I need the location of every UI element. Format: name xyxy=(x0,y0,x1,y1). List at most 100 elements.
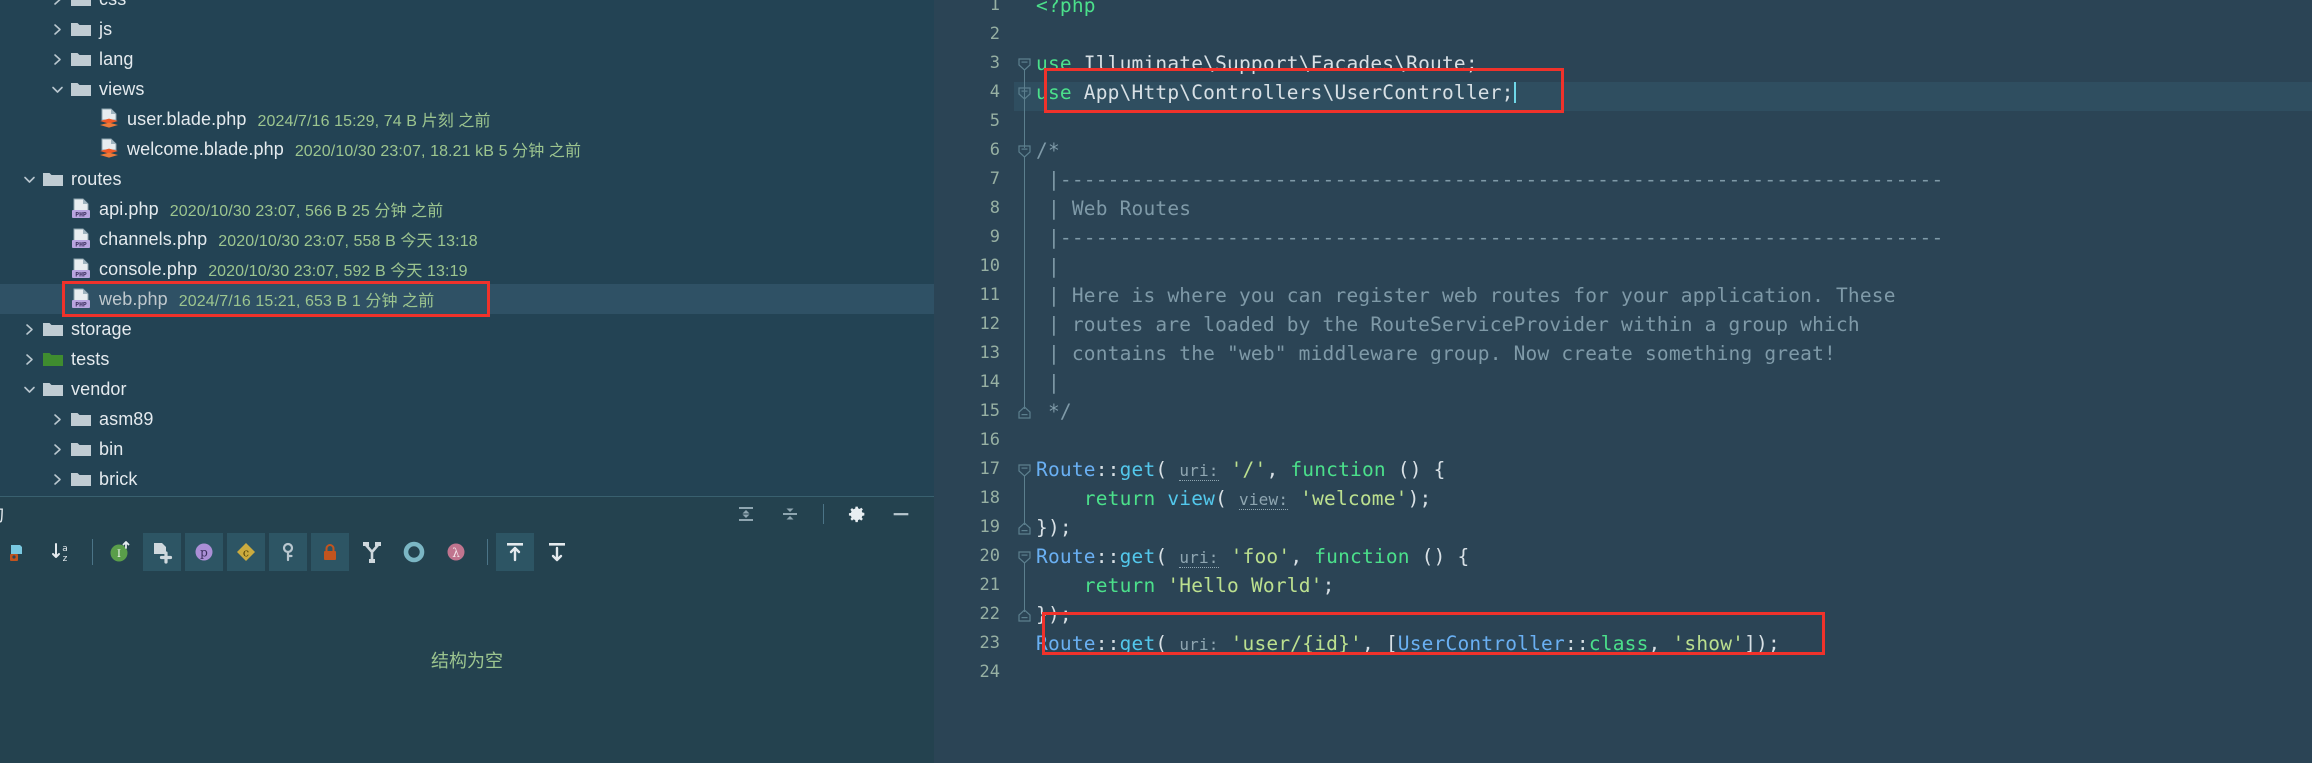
code-line-17[interactable]: Route::get( uri: '/', function () { xyxy=(1036,455,1446,484)
collapse-all-icon[interactable] xyxy=(779,503,801,525)
chevron-right-icon[interactable] xyxy=(46,473,68,486)
line-number: 14 xyxy=(979,372,1000,392)
line-number: 24 xyxy=(979,662,1000,682)
chevron-down-icon[interactable] xyxy=(18,173,40,186)
code-line-21[interactable]: return 'Hello World'; xyxy=(1036,571,1335,600)
code-token: use xyxy=(1036,52,1072,75)
blade-file-icon xyxy=(96,108,122,130)
show-fields-icon[interactable] xyxy=(0,533,38,571)
code-line-8[interactable]: | Web Routes xyxy=(1036,194,1191,223)
php-file-icon: PHP xyxy=(68,198,94,220)
code-line-20[interactable]: Route::get( uri: 'foo', function () { xyxy=(1036,542,1469,571)
tree-item-bin[interactable]: bin xyxy=(0,434,934,464)
tree-item-meta: 2020/10/30 23:07, 592 B 今天 13:19 xyxy=(208,263,468,280)
show-properties-icon[interactable] xyxy=(143,533,181,571)
code-line-3[interactable]: use Illuminate\Support\Facades\Route; xyxy=(1036,49,1478,78)
show-private-icon[interactable]: p xyxy=(185,533,223,571)
code-token: | xyxy=(1036,371,1060,394)
tree-item-welcome-blade-php[interactable]: welcome.blade.php 2020/10/30 23:07, 18.21… xyxy=(0,134,934,164)
code-line-7[interactable]: |---------------------------------------… xyxy=(1036,165,1943,194)
code-line-18[interactable]: return view( view: 'welcome'); xyxy=(1036,484,1432,513)
tree-item-user-blade-php[interactable]: user.blade.php 2024/7/16 15:29, 74 B 片刻 之… xyxy=(0,104,934,134)
tree-item-routes[interactable]: routes xyxy=(0,164,934,194)
svg-text:z: z xyxy=(63,554,68,564)
svg-text:p: p xyxy=(200,546,208,560)
tree-item-label: bin xyxy=(99,438,124,459)
line-number: 20 xyxy=(979,546,1000,566)
code-line-22[interactable]: }); xyxy=(1036,600,1072,629)
tree-item-console-php[interactable]: PHP console.php 2020/10/30 23:07, 592 B 今天… xyxy=(0,254,934,284)
code-line-9[interactable]: |---------------------------------------… xyxy=(1036,223,1943,252)
code-line-12[interactable]: | routes are loaded by the RouteServiceP… xyxy=(1036,310,1860,339)
tree-item-js[interactable]: js xyxy=(0,14,934,44)
tree-item-label: user.blade.php xyxy=(127,108,247,129)
chevron-right-icon[interactable] xyxy=(18,323,40,336)
scroll-from-source-icon[interactable] xyxy=(496,533,534,571)
php-file-icon: PHP xyxy=(68,258,94,280)
code-line-13[interactable]: | contains the "web" middleware group. N… xyxy=(1036,339,1836,368)
tree-item-vendor[interactable]: vendor xyxy=(0,374,934,404)
show-constants-icon[interactable]: c xyxy=(227,533,265,571)
tree-item-css[interactable]: css xyxy=(0,0,934,14)
code-line-6[interactable]: /* xyxy=(1036,136,1060,165)
tree-item-label: asm89 xyxy=(99,408,154,429)
show-locked-icon[interactable] xyxy=(311,533,349,571)
tree-item-label: views xyxy=(99,78,145,99)
tree-item-api-php[interactable]: PHP api.php 2020/10/30 23:07, 566 B 25 分钟 … xyxy=(0,194,934,224)
expand-all-icon[interactable] xyxy=(735,503,757,525)
chevron-right-icon[interactable] xyxy=(46,53,68,66)
chevron-right-icon[interactable] xyxy=(18,353,40,366)
code-token: Route xyxy=(1036,545,1096,568)
chevron-down-icon[interactable] xyxy=(18,383,40,396)
code-line-1[interactable]: <?php xyxy=(1036,0,1096,20)
show-interfaces-icon[interactable] xyxy=(395,533,433,571)
chevron-right-icon[interactable] xyxy=(46,413,68,426)
code-token: 'Hello World' xyxy=(1167,574,1323,597)
scroll-to-source-icon[interactable] xyxy=(538,533,576,571)
tree-item-storage[interactable]: storage xyxy=(0,314,934,344)
chevron-right-icon[interactable] xyxy=(46,23,68,36)
code-line-4[interactable]: use App\Http\Controllers\UserController; xyxy=(1036,78,1516,107)
ide-window: css js lang views user.blade.php 2024/7/16 15… xyxy=(0,0,2312,763)
editor-fold-column[interactable] xyxy=(1014,0,1036,763)
folder-grey-icon xyxy=(68,0,94,8)
fold-region-line xyxy=(1024,562,1025,612)
code-token: :: xyxy=(1095,632,1120,655)
code-line-19[interactable]: }); xyxy=(1036,513,1072,542)
sort-alphabetically-icon[interactable]: az xyxy=(42,533,80,571)
code-editor[interactable]: 1 2 3 4 5 6 7 8 9 10 11 12 13 14 15 16 17 18 19 20 21 22 23 24 … xyxy=(934,0,2312,763)
tree-item-brick[interactable]: brick xyxy=(0,464,934,494)
structure-panel-toolbar[interactable]: az Ip c λ xyxy=(0,530,934,574)
chevron-down-icon[interactable] xyxy=(46,83,68,96)
tree-item-views[interactable]: views xyxy=(0,74,934,104)
line-number: 21 xyxy=(979,575,1000,595)
project-file-tree[interactable]: css js lang views user.blade.php 2024/7/16 15… xyxy=(0,0,934,496)
minimize-icon[interactable] xyxy=(890,503,912,525)
tree-item-asm89[interactable]: asm89 xyxy=(0,404,934,434)
code-token: ( xyxy=(1215,487,1240,510)
show-keys-icon[interactable] xyxy=(269,533,307,571)
gear-icon[interactable] xyxy=(846,503,868,525)
code-line-10[interactable]: | xyxy=(1036,252,1060,281)
chevron-right-icon[interactable] xyxy=(46,443,68,456)
php-file-icon: PHP xyxy=(68,228,94,250)
chevron-right-icon[interactable] xyxy=(46,0,68,6)
tree-item-tests[interactable]: tests xyxy=(0,344,934,374)
show-inherited-icon[interactable]: I xyxy=(101,533,139,571)
code-line-15[interactable]: */ xyxy=(1036,397,1072,426)
code-token: () { xyxy=(1385,458,1446,481)
folder-grey-icon xyxy=(40,380,66,398)
show-hierarchy-icon[interactable] xyxy=(353,533,391,571)
show-lambdas-icon[interactable]: λ xyxy=(437,533,475,571)
tree-item-web-php[interactable]: PHP web.php 2024/7/16 15:21, 653 B 1 分钟 之前 xyxy=(0,284,934,314)
code-line-14[interactable]: | xyxy=(1036,368,1060,397)
code-token: get xyxy=(1119,545,1156,568)
code-token: ( xyxy=(1155,458,1180,481)
tree-item-channels-php[interactable]: PHP channels.php 2020/10/30 23:07, 558 B 今… xyxy=(0,224,934,254)
line-number: 2 xyxy=(989,24,1000,44)
tree-item-lang[interactable]: lang xyxy=(0,44,934,74)
code-line-23[interactable]: Route::get( uri: 'user/{id}', [UserContr… xyxy=(1036,629,1780,658)
tree-item-label: console.php xyxy=(99,258,198,279)
code-line-11[interactable]: | Here is where you can register web rou… xyxy=(1036,281,1896,310)
